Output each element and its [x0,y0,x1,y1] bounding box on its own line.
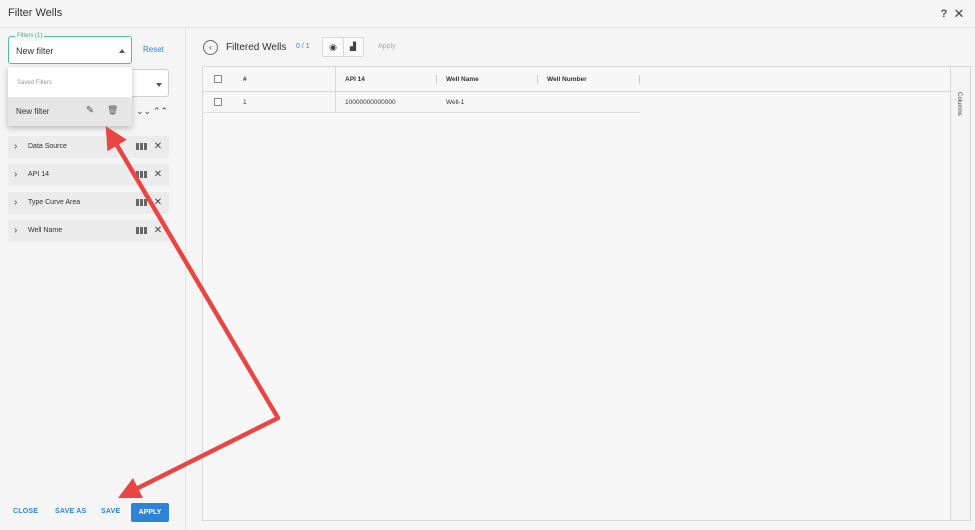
close-button[interactable]: CLOSE [13,508,38,515]
wells-grid: # API 14 Well Name Well Number 1 1000000… [202,66,971,521]
chevron-right-icon[interactable]: › [14,197,22,209]
column-separator[interactable] [537,75,538,84]
filter-row-label: Well Name [28,227,63,234]
expand-all-icon[interactable]: ⌄⌄ [136,105,151,117]
column-header-api14[interactable]: API 14 [345,76,365,83]
grid-icon[interactable] [136,227,147,234]
filter-select-legend: Filters (1) [15,31,45,41]
window-title: Filter Wells [8,7,63,19]
filter-row-type-curve-area[interactable]: › Type Curve Area ✕ [8,192,169,214]
chevron-right-icon[interactable]: › [14,225,22,237]
close-icon[interactable]: ✕ [953,7,965,21]
column-header-well-name[interactable]: Well Name [446,76,479,83]
help-icon[interactable]: ? [938,7,950,21]
filter-row-label: Type Curve Area [28,199,81,206]
column-separator[interactable] [436,75,437,84]
page-title: Filtered Wells [226,42,287,53]
dropdown-header: Saved Filters [17,80,53,86]
chart-icon[interactable]: ▟ [348,42,358,52]
column-header-index[interactable]: # [243,76,247,83]
save-as-button[interactable]: SAVE AS [55,508,86,515]
globe-icon[interactable]: ◉ [328,42,338,52]
grid-icon[interactable] [136,143,147,150]
trash-icon[interactable]: 🗑 [107,105,118,116]
reset-button[interactable]: Reset [143,45,164,54]
filter-row-label: API 14 [28,171,50,178]
save-button[interactable]: SAVE [101,508,120,515]
grid-icon[interactable] [136,199,147,206]
remove-filter-icon[interactable]: ✕ [153,141,163,153]
filter-row-well-name[interactable]: › Well Name ✕ [8,220,169,242]
cell-api14: 10000000000000 [345,99,396,106]
chevron-right-icon[interactable]: › [14,141,22,153]
chevron-right-icon[interactable]: › [14,169,22,181]
remove-filter-icon[interactable]: ✕ [153,197,163,209]
remove-filter-icon[interactable]: ✕ [153,169,163,181]
filter-row-data-source[interactable]: › Data Source ✕ [8,136,169,158]
row-checkbox[interactable] [214,98,222,106]
collapse-all-icon[interactable]: ⌃⌃ [153,105,168,117]
column-header-well-number[interactable]: Well Number [547,76,587,83]
select-all-checkbox[interactable] [214,75,222,83]
view-toggle-group: ◉ ▟ [322,37,364,57]
grid-icon[interactable] [136,171,147,178]
columns-side-panel[interactable]: Columns [950,67,970,520]
filter-row-label: Data Source [28,143,67,150]
columns-label[interactable]: Columns [956,92,962,116]
title-bar: Filter Wells ? ✕ [0,0,975,28]
column-separator[interactable] [639,75,640,84]
result-count: 0 / 1 [296,43,310,50]
saved-filter-select[interactable]: Filters (1) New filter [8,31,132,64]
table-row[interactable]: 1 10000000000000 Well-1 [203,92,640,113]
saved-filters-dropdown: Saved Filters New filter ✎ 🗑 [8,67,132,126]
saved-filter-label: New filter [16,107,50,116]
secondary-select[interactable] [129,69,169,97]
filter-row-api14[interactable]: › API 14 ✕ [8,164,169,186]
remove-filter-icon[interactable]: ✕ [153,225,163,237]
divider [343,38,344,56]
cell-index: 1 [243,99,247,106]
apply-link[interactable]: Apply [378,43,396,50]
apply-button[interactable]: APPLY [131,503,169,522]
filter-panel: ⌄⌄ ⌃⌃ Filters (1) New filter Reset › Dat… [0,28,186,530]
filter-select-value: New filter [16,46,54,56]
caret-down-icon [156,83,162,87]
saved-filter-item[interactable]: New filter ✎ 🗑 [8,97,132,126]
cell-well-name: Well-1 [446,99,465,106]
edit-icon[interactable]: ✎ [85,105,95,116]
chevron-left-icon[interactable]: ‹ [203,40,218,55]
caret-up-icon [119,49,125,53]
grid-header-row: # API 14 Well Name Well Number [203,67,950,92]
